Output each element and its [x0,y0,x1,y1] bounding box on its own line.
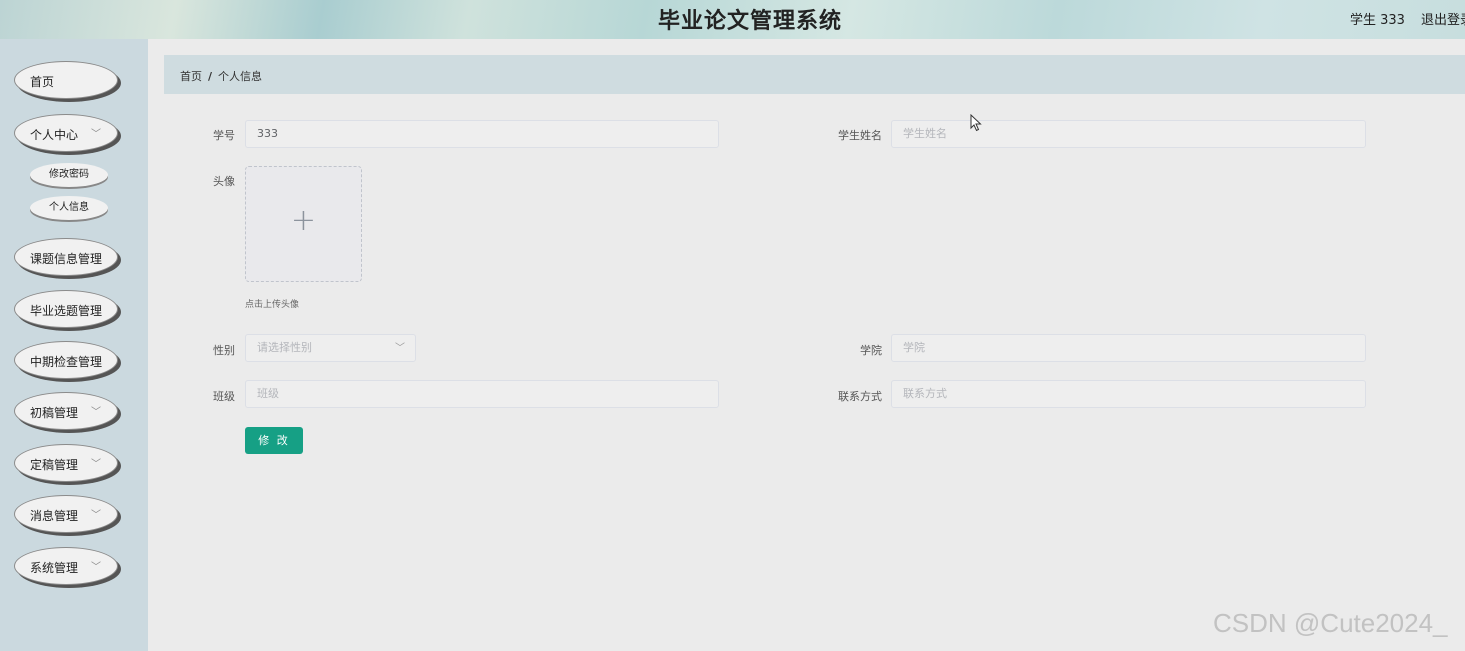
college-input[interactable]: 学院 [891,334,1366,362]
sidebar-item-home[interactable]: 首页 [14,61,118,99]
sidebar-subitem-personal-info[interactable]: 个人信息 [30,196,108,220]
sidebar-item-label: 定稿管理 [30,458,79,472]
breadcrumb-current: 个人信息 [218,70,263,83]
breadcrumb-home[interactable]: 首页 [180,70,202,83]
watermark: CSDN @Cute2024_ [1213,608,1448,638]
sidebar-subitem-label: 修改密码 [49,169,89,180]
sidebar-item-label: 首页 [30,75,55,89]
sidebar-item-label: 消息管理 [30,509,79,523]
mouse-cursor-icon [970,114,982,132]
sidebar-item-topic-management[interactable]: 课题信息管理 [14,238,118,276]
modify-button[interactable]: 修 改 [245,427,303,454]
avatar-label: 头像 [213,175,235,188]
current-user: 学生 333 [1350,13,1405,28]
college-label: 学院 [860,344,882,357]
system-title: 毕业论文管理系统 [657,9,842,34]
chevron-down-icon: ﹀ [395,343,405,354]
student-name-input[interactable]: 学生姓名 [891,120,1366,148]
logout-link[interactable]: 退出登录 [1421,9,1465,28]
contact-label: 联系方式 [838,390,882,403]
top-header: 毕业论文管理系统 学生 333 退出登录 [0,0,1465,39]
sidebar-item-personal-center[interactable]: 个人中心 ﹀ [14,114,118,152]
sidebar: 首页 个人中心 ﹀ 修改密码 个人信息 课题信息管理 毕业选题管理 中期检查管理… [0,39,148,651]
student-name-label: 学生姓名 [838,129,882,142]
chevron-down-icon: ﹀ [91,407,101,418]
chevron-down-icon: ﹀ [91,562,101,573]
sidebar-item-label: 中期检查管理 [30,355,103,369]
class-label: 班级 [213,390,235,403]
breadcrumb-separator: / [208,70,213,83]
gender-label: 性别 [213,344,235,357]
contact-input[interactable]: 联系方式 [891,380,1366,408]
sidebar-item-system-management[interactable]: 系统管理 ﹀ [14,547,118,585]
sidebar-item-selection-management[interactable]: 毕业选题管理 [14,290,118,328]
sidebar-item-label: 初稿管理 [30,406,79,420]
class-input[interactable]: 班级 [245,380,719,408]
sidebar-item-midterm-management[interactable]: 中期检查管理 [14,341,118,379]
gender-select-placeholder: 请选择性别 [257,341,312,354]
sidebar-subitem-change-password[interactable]: 修改密码 [30,163,108,187]
chevron-down-icon: ﹀ [91,129,101,140]
student-no-label: 学号 [213,129,235,142]
breadcrumb: 首页 / 个人信息 [164,55,1465,94]
sidebar-item-message-management[interactable]: 消息管理 ﹀ [14,495,118,533]
chevron-down-icon: ﹀ [91,459,101,470]
sidebar-subitem-label: 个人信息 [49,202,89,213]
avatar-upload-hint: 点击上传头像 [245,300,300,310]
sidebar-item-final-management[interactable]: 定稿管理 ﹀ [14,444,118,482]
avatar-upload[interactable]: + [245,166,362,282]
sidebar-item-label: 个人中心 [30,128,79,142]
sidebar-item-draft-management[interactable]: 初稿管理 ﹀ [14,392,118,430]
student-no-input[interactable]: 333 [245,120,719,148]
sidebar-item-label: 毕业选题管理 [30,304,103,318]
sidebar-item-label: 系统管理 [30,561,79,575]
chevron-down-icon: ﹀ [91,510,101,521]
plus-icon: + [290,203,317,238]
gender-select[interactable]: 请选择性别 ﹀ [245,334,416,362]
sidebar-item-label: 课题信息管理 [30,252,103,266]
